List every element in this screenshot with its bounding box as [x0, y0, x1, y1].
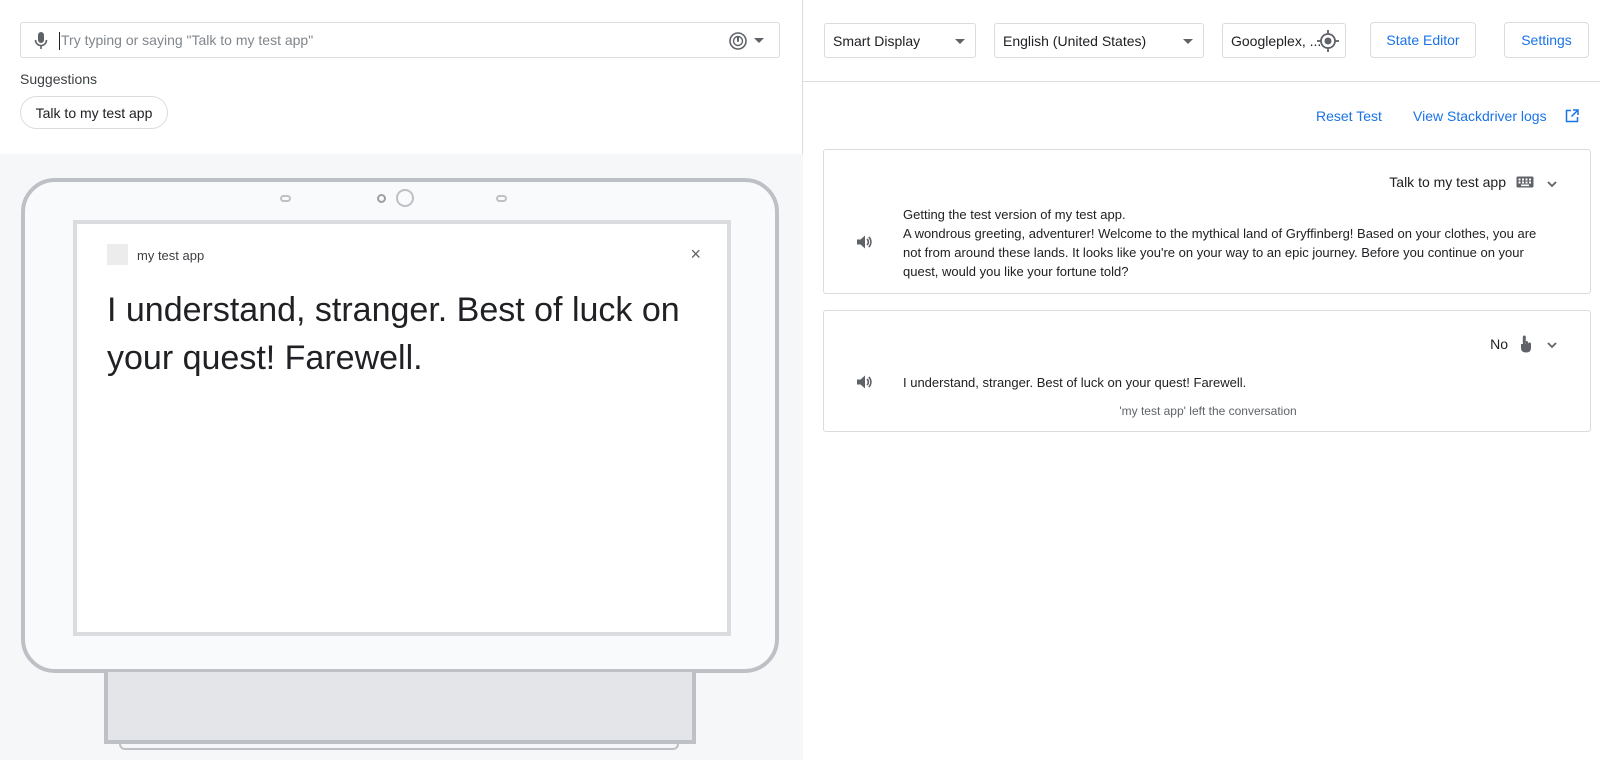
assistant-response: I understand, stranger. Best of luck on …	[903, 373, 1543, 392]
simulator-left-pane: Try typing or saying "Talk to my test ap…	[0, 0, 803, 760]
speaker-icon[interactable]	[854, 232, 874, 252]
location-value: Googleplex, ...	[1231, 33, 1322, 49]
microphone-icon[interactable]	[33, 31, 49, 51]
user-input-row: Talk to my test app	[1389, 174, 1534, 190]
device-stand-base	[119, 742, 679, 750]
assistant-response: Getting the test version of my test app.…	[903, 205, 1543, 281]
location-field[interactable]: Googleplex, ...	[1222, 23, 1346, 58]
device-stand	[104, 672, 696, 744]
suggestions-label: Suggestions	[20, 71, 98, 87]
surface-select[interactable]: Smart Display	[824, 23, 976, 58]
screen-display-text: I understand, stranger. Best of luck on …	[107, 291, 680, 377]
user-input-text: Talk to my test app	[1389, 174, 1506, 190]
query-input-box[interactable]: Try typing or saying "Talk to my test ap…	[20, 22, 780, 58]
app-logo-placeholder	[107, 244, 128, 265]
open-in-new-icon[interactable]	[1565, 109, 1579, 123]
smart-display-frame: my test app × I understand, stranger. Be…	[21, 178, 779, 673]
my-location-icon[interactable]	[1317, 30, 1339, 52]
reset-test-link[interactable]: Reset Test	[1316, 108, 1382, 124]
text-caret	[59, 32, 60, 50]
conversation-turn: Talk to my test app Getting the test ver…	[823, 149, 1591, 294]
input-mode-dropdown-icon[interactable]	[727, 30, 767, 52]
suggestion-chip-talk-to-app[interactable]: Talk to my test app	[20, 96, 168, 129]
conversation-ended-note: 'my test app' left the conversation	[1119, 404, 1297, 418]
device-sensor-left	[280, 195, 291, 202]
query-input-placeholder[interactable]: Try typing or saying "Talk to my test ap…	[61, 32, 313, 48]
touch-icon	[1521, 335, 1531, 353]
language-select[interactable]: English (United States)	[994, 23, 1204, 58]
user-input-row: No	[1490, 335, 1534, 353]
chevron-down-icon[interactable]	[1546, 178, 1558, 190]
chevron-down-icon	[1183, 39, 1193, 44]
state-editor-button[interactable]: State Editor	[1370, 22, 1476, 58]
device-preview-stage: my test app × I understand, stranger. Be…	[0, 154, 803, 760]
chevron-down-icon	[955, 39, 965, 44]
language-select-value: English (United States)	[1003, 33, 1147, 49]
simulator-right-pane: Smart Display English (United States) Go…	[803, 0, 1600, 760]
settings-button[interactable]: Settings	[1504, 22, 1589, 58]
chevron-down-icon[interactable]	[1546, 339, 1558, 351]
conversation-turn: No I understand, stranger. Best of luck …	[823, 310, 1591, 432]
device-light-sensor	[377, 194, 386, 203]
close-icon[interactable]: ×	[690, 244, 701, 265]
device-screen: my test app × I understand, stranger. Be…	[73, 220, 731, 636]
response-line: I understand, stranger. Best of luck on …	[903, 375, 1247, 390]
view-stackdriver-logs-link[interactable]: View Stackdriver logs	[1413, 108, 1547, 124]
response-line: Getting the test version of my test app.	[903, 207, 1126, 222]
simulator-toolbar: Smart Display English (United States) Go…	[803, 0, 1600, 82]
response-line: A wondrous greeting, adventurer! Welcome…	[903, 226, 1537, 279]
screen-app-name: my test app	[137, 248, 205, 263]
device-camera	[396, 189, 414, 207]
speaker-icon[interactable]	[854, 372, 874, 392]
surface-select-value: Smart Display	[833, 33, 921, 49]
keyboard-icon	[1516, 176, 1534, 188]
user-input-text: No	[1490, 336, 1508, 352]
device-sensor-right	[496, 195, 507, 202]
